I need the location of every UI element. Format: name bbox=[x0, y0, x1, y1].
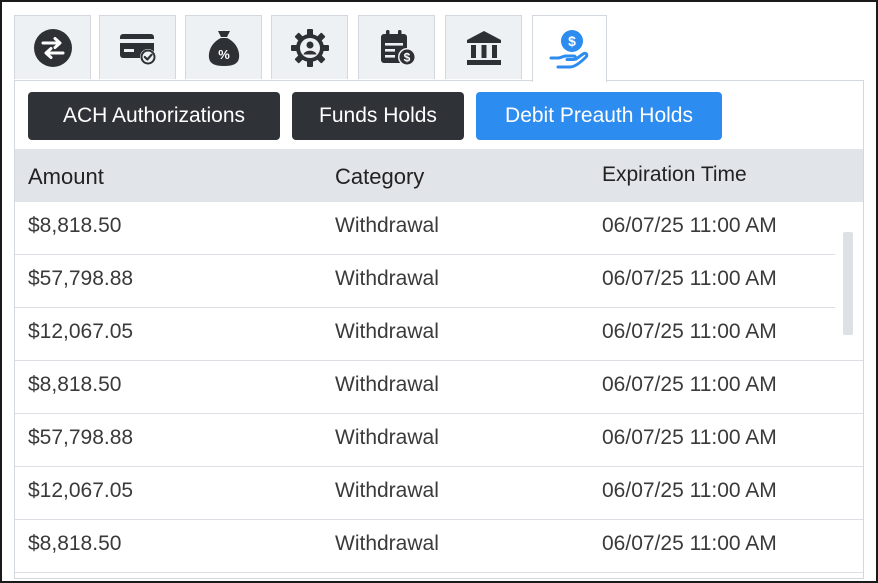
expiration-cell: 06/07/25 11:00 AM bbox=[602, 479, 777, 502]
category-cell: Withdrawal bbox=[335, 320, 439, 343]
svg-text:$: $ bbox=[568, 33, 576, 49]
amount-cell: $8,818.50 bbox=[28, 532, 122, 555]
table-row[interactable]: $8,818.50 Withdrawal 06/07/25 11:00 AM bbox=[15, 361, 863, 414]
table-row[interactable]: $12,067.05 Withdrawal 06/07/25 11:00 AM bbox=[15, 467, 863, 520]
category-cell: Withdrawal bbox=[335, 267, 439, 290]
table-header: Amount Category Expiration Time bbox=[15, 149, 863, 202]
transfer-icon bbox=[32, 27, 74, 69]
funds-holds-button[interactable]: Funds Holds bbox=[292, 92, 464, 140]
table-row[interactable]: $8,818.50 Withdrawal 06/07/25 11:00 AM bbox=[15, 520, 863, 573]
column-header-amount[interactable]: Amount bbox=[28, 149, 104, 202]
table-row[interactable]: $8,818.50 Withdrawal 06/07/25 11:00 AM bbox=[15, 202, 835, 255]
gear-user-icon bbox=[289, 27, 331, 69]
category-cell: Withdrawal bbox=[335, 214, 439, 237]
vertical-scrollbar[interactable] bbox=[843, 232, 853, 335]
expiration-cell: 06/07/25 11:00 AM bbox=[602, 426, 777, 449]
amount-cell: $8,818.50 bbox=[28, 214, 122, 237]
amount-cell: $12,067.05 bbox=[28, 479, 134, 502]
tab-savings[interactable]: % bbox=[185, 15, 262, 79]
category-cell: Withdrawal bbox=[335, 373, 439, 396]
column-header-category[interactable]: Category bbox=[335, 149, 424, 202]
svg-text:$: $ bbox=[403, 50, 410, 64]
bank-icon bbox=[463, 27, 505, 69]
tab-transfers[interactable] bbox=[14, 15, 91, 79]
hand-dollar-icon: $ bbox=[548, 27, 592, 71]
table-row[interactable]: $12,067.05 Withdrawal 06/07/25 11:00 AM bbox=[15, 308, 863, 361]
debit-preauth-holds-button[interactable]: Debit Preauth Holds bbox=[476, 92, 722, 140]
expiration-cell: 06/07/25 11:00 AM bbox=[602, 214, 777, 237]
tab-bank[interactable] bbox=[445, 15, 522, 79]
amount-cell: $12,067.05 bbox=[28, 320, 134, 343]
expiration-cell: 06/07/25 11:00 AM bbox=[602, 267, 777, 290]
app-frame: % $ $ ACH Authorizations Funds Holds Deb… bbox=[0, 0, 878, 583]
amount-cell: $8,818.50 bbox=[28, 373, 122, 396]
table-row[interactable]: $57,798.88 Withdrawal 06/07/25 11:00 AM bbox=[15, 255, 835, 308]
column-header-expiration-time[interactable]: Expiration Time bbox=[602, 149, 747, 202]
amount-cell: $57,798.88 bbox=[28, 267, 134, 290]
money-bag-percent-icon: % bbox=[203, 27, 245, 69]
tab-settings[interactable] bbox=[271, 15, 348, 79]
table-body: $8,818.50 Withdrawal 06/07/25 11:00 AM $… bbox=[15, 202, 863, 578]
category-cell: Withdrawal bbox=[335, 532, 439, 555]
card-check-icon bbox=[117, 27, 159, 69]
amount-cell: $57,798.88 bbox=[28, 426, 134, 449]
statement-dollar-icon: $ bbox=[376, 27, 418, 69]
tab-holds[interactable]: $ bbox=[532, 15, 607, 82]
category-cell: Withdrawal bbox=[335, 479, 439, 502]
tab-statements[interactable]: $ bbox=[358, 15, 435, 79]
tab-cards[interactable] bbox=[99, 15, 176, 79]
expiration-cell: 06/07/25 11:00 AM bbox=[602, 532, 777, 555]
expiration-cell: 06/07/25 11:00 AM bbox=[602, 373, 777, 396]
holds-panel: ACH Authorizations Funds Holds Debit Pre… bbox=[14, 80, 864, 579]
ach-authorizations-button[interactable]: ACH Authorizations bbox=[28, 92, 280, 140]
category-cell: Withdrawal bbox=[335, 426, 439, 449]
svg-text:%: % bbox=[218, 47, 230, 62]
table-row[interactable]: $57,798.88 Withdrawal 06/07/25 11:00 AM bbox=[15, 414, 863, 467]
expiration-cell: 06/07/25 11:00 AM bbox=[602, 320, 777, 343]
